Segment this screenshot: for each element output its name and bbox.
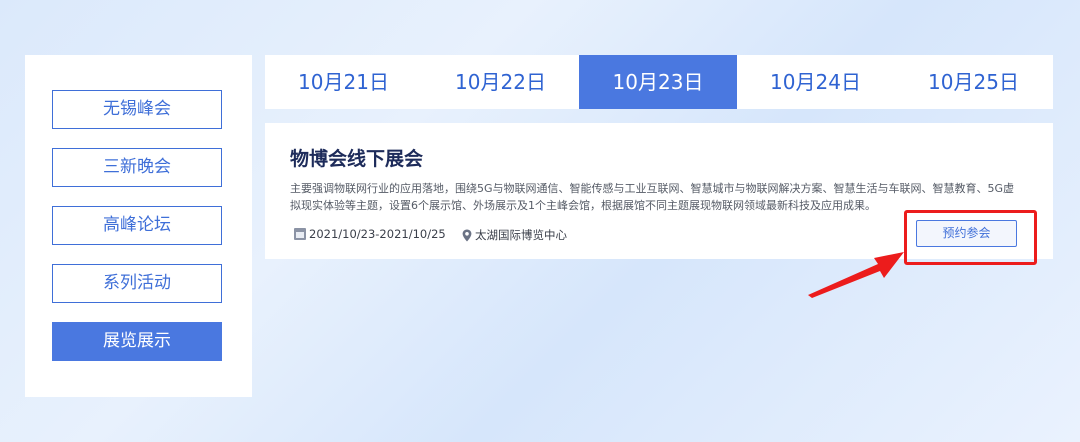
sidebar-item-exhibition[interactable]: 展览展示 xyxy=(52,322,222,361)
sidebar-item-wuxi-summit[interactable]: 无锡峰会 xyxy=(52,90,222,129)
annotation-highlight-box xyxy=(904,210,1037,265)
tab-oct-22[interactable]: 10月22日 xyxy=(422,55,579,109)
event-location-text: 太湖国际博览中心 xyxy=(475,228,567,242)
tab-oct-21[interactable]: 10月21日 xyxy=(265,55,422,109)
tab-oct-23[interactable]: 10月23日 xyxy=(579,55,737,109)
event-date-text: 2021/10/23-2021/10/25 xyxy=(309,227,446,241)
tab-oct-25[interactable]: 10月25日 xyxy=(894,55,1053,109)
sidebar-item-series-events[interactable]: 系列活动 xyxy=(52,264,222,303)
sidebar-item-summit-forum[interactable]: 高峰论坛 xyxy=(52,206,222,245)
event-description: 主要强调物联网行业的应用落地，围绕5G与物联网通信、智能传感与工业互联网、智慧城… xyxy=(290,182,1015,212)
annotation-arrow-icon xyxy=(808,252,904,298)
sidebar: 无锡峰会 三新晚会 高峰论坛 系列活动 展览展示 xyxy=(25,55,252,397)
date-tabs: 10月21日 10月22日 10月23日 10月24日 10月25日 xyxy=(265,55,1053,109)
event-title: 物博会线下展会 xyxy=(290,148,424,170)
location-pin-icon xyxy=(462,229,472,241)
sidebar-item-sanxin-gala[interactable]: 三新晚会 xyxy=(52,148,222,187)
tab-oct-24[interactable]: 10月24日 xyxy=(737,55,894,109)
event-location: 太湖国际博览中心 xyxy=(462,227,567,243)
calendar-icon xyxy=(294,228,306,240)
event-date: 2021/10/23-2021/10/25 xyxy=(294,227,446,241)
